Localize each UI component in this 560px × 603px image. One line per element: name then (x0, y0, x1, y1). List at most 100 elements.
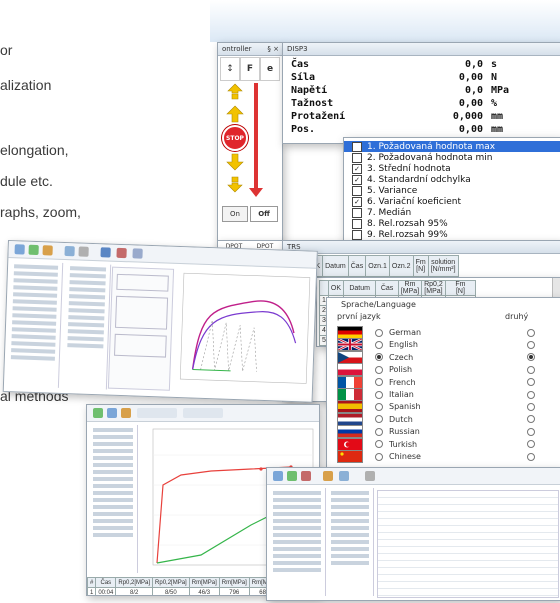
checkbox[interactable] (352, 185, 362, 196)
toolbar-icon[interactable] (273, 471, 283, 481)
results-column-header[interactable]: Rp0,2 [MPa] (421, 280, 446, 296)
results-column-header[interactable] (319, 280, 329, 296)
results-column-header[interactable]: OK (327, 280, 345, 296)
second-language-radio[interactable] (527, 427, 535, 436)
force-button[interactable]: F (240, 57, 260, 81)
second-language-radio[interactable] (527, 402, 535, 411)
toolbar-icon[interactable] (78, 246, 89, 257)
first-language-radio[interactable] (375, 415, 383, 424)
checkbox[interactable] (352, 152, 362, 163)
language-option[interactable]: Dutch (337, 412, 537, 426)
checkbox[interactable]: ✓ (352, 163, 362, 174)
checklist-item[interactable]: 1. Požadovaná hodnota max (344, 141, 560, 152)
first-language-radio[interactable] (375, 390, 383, 399)
position-slider-track[interactable] (254, 83, 258, 193)
language-option[interactable]: Russian (337, 425, 537, 439)
bottom-table-header[interactable]: Rp0,2[MPa] (115, 577, 154, 588)
fast-up-button[interactable] (222, 81, 248, 103)
first-language-radio[interactable] (375, 365, 383, 374)
on-button[interactable]: On (222, 206, 248, 222)
toolbar-icon[interactable] (287, 471, 297, 481)
elongation-button[interactable]: e (260, 57, 280, 81)
checklist-item[interactable]: 7. Medián (352, 207, 411, 218)
second-language-radio[interactable] (527, 440, 535, 449)
toolbar-icon[interactable] (93, 408, 103, 418)
first-language-radio[interactable] (375, 427, 383, 436)
trs-column-header[interactable]: Datum (322, 255, 349, 277)
fast-down-button[interactable] (222, 173, 248, 195)
checkbox[interactable] (352, 207, 362, 218)
checklist-item[interactable]: 5. Variance (352, 185, 417, 196)
toolbar-icon[interactable] (107, 408, 117, 418)
toolbar-field[interactable] (183, 408, 223, 418)
trs-column-header[interactable]: solution [N/mm²] (427, 255, 459, 277)
language-option[interactable]: Czech (337, 350, 537, 364)
second-language-radio[interactable] (527, 353, 535, 362)
language-option[interactable]: German (337, 326, 537, 339)
checkbox[interactable]: ✓ (352, 196, 362, 207)
down-button[interactable] (222, 151, 248, 173)
stop-button[interactable]: STOP (222, 125, 248, 151)
toolbar-icon[interactable] (132, 248, 143, 259)
checklist-item[interactable]: ✓ 6. Variační koeficient (352, 196, 461, 207)
checklist-item[interactable]: 2. Požadovaná hodnota min (352, 152, 492, 163)
first-language-radio[interactable] (375, 353, 383, 362)
results-column-header[interactable]: Datum (343, 280, 377, 296)
toolbar-icon[interactable] (64, 245, 75, 257)
toolbar-icon[interactable] (42, 245, 53, 256)
toolbar-icon[interactable] (100, 247, 111, 258)
checkbox[interactable]: ✓ (352, 174, 362, 185)
results-column-header[interactable]: Čas (375, 280, 399, 296)
second-language-radio[interactable] (527, 340, 535, 349)
language-option[interactable]: Spanish (337, 400, 537, 414)
language-option[interactable]: Italian (337, 388, 537, 401)
language-option[interactable]: Polish (337, 363, 537, 377)
results-column-header[interactable]: Rm [MPa] (397, 280, 423, 296)
trs-column-header[interactable]: Ozn.2 (388, 255, 414, 277)
second-language-radio[interactable] (527, 365, 535, 374)
first-language-radio[interactable] (375, 340, 383, 349)
results-column-header[interactable]: Fm [N] (444, 280, 477, 296)
bottom-table-header[interactable]: Rm[MPa] (218, 577, 250, 588)
first-language-radio[interactable] (375, 452, 383, 461)
second-language-radio[interactable] (527, 415, 535, 424)
trs-column-header[interactable]: Ozn.1 (365, 255, 390, 277)
second-language-radio[interactable] (527, 378, 535, 387)
toolbar-icon[interactable] (365, 471, 375, 481)
toolbar-icon[interactable] (339, 471, 349, 481)
checklist-item[interactable]: 8. Rel.rozsah 95% (352, 218, 448, 229)
language-option[interactable]: Turkish (337, 437, 537, 451)
bottom-table-header[interactable]: # (87, 577, 97, 588)
bottom-table-header[interactable]: Rp0,2[MPa] (152, 577, 190, 588)
toolbar-icon[interactable] (116, 247, 127, 259)
first-language-radio[interactable] (375, 402, 383, 411)
toolbar-icon[interactable] (121, 408, 131, 418)
trs-column-header[interactable]: Fm [N] (412, 255, 429, 277)
toolbar-icon[interactable] (323, 471, 333, 481)
second-language-radio[interactable] (527, 328, 535, 337)
checkbox[interactable] (352, 141, 362, 152)
language-option[interactable]: Chinese (337, 450, 537, 463)
bottom-table-header[interactable]: Rm[MPa] (188, 577, 220, 588)
controller-title-icons[interactable]: § × (267, 43, 279, 55)
checklist-item[interactable]: ✓ 4. Standardní odchylka (352, 174, 471, 185)
checklist-item[interactable]: 9. Rel.rozsah 99% (352, 229, 448, 240)
first-language-radio[interactable] (375, 378, 383, 387)
up-button[interactable] (222, 103, 248, 125)
checkbox[interactable] (352, 229, 362, 240)
first-language-radio[interactable] (375, 328, 383, 337)
off-button[interactable]: Off (250, 206, 278, 222)
language-option[interactable]: French (337, 375, 537, 389)
toolbar-icon[interactable] (301, 471, 311, 481)
bottom-table-header[interactable]: Čas (95, 577, 117, 588)
first-language-radio[interactable] (375, 440, 383, 449)
checkbox[interactable] (352, 218, 362, 229)
trs-column-header[interactable]: Čas (347, 255, 367, 277)
checklist-item[interactable]: ✓ 3. Střední hodnota (352, 163, 451, 174)
toolbar-icon[interactable] (14, 244, 25, 255)
second-language-radio[interactable] (527, 452, 535, 461)
language-option[interactable]: English (337, 338, 537, 352)
second-language-radio[interactable] (527, 390, 535, 399)
toolbar-field[interactable] (137, 408, 177, 418)
updown-button[interactable]: ↕ (220, 57, 240, 81)
